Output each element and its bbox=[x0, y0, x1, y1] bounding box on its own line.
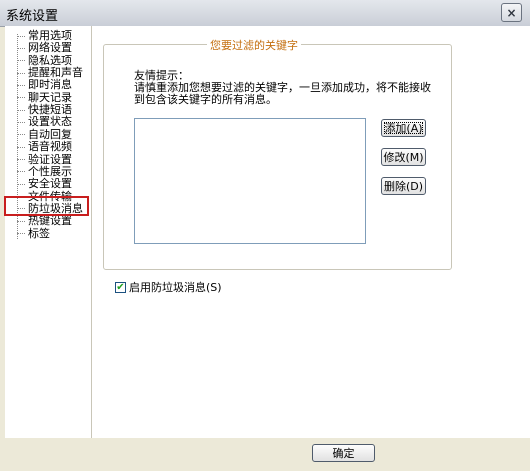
tree-item[interactable]: 即时消息 bbox=[17, 79, 72, 91]
tree-connector bbox=[17, 35, 25, 37]
tree-connector bbox=[17, 97, 25, 99]
tree-item[interactable]: 网络设置 bbox=[17, 42, 72, 54]
tree-item[interactable]: 聊天记录 bbox=[17, 90, 72, 104]
delete-button[interactable]: 删除(D) bbox=[381, 177, 426, 195]
close-button[interactable]: × bbox=[501, 3, 522, 22]
tree-item-label: 即时消息 bbox=[28, 78, 72, 92]
tree-connector bbox=[17, 84, 25, 86]
tree-item-label: 标签 bbox=[28, 226, 50, 240]
enable-antispam-label: 启用防垃圾消息(S) bbox=[129, 281, 222, 294]
close-icon: × bbox=[506, 5, 517, 20]
tree-connector bbox=[17, 159, 25, 160]
tree-connector bbox=[17, 220, 25, 222]
window-title: 系统设置 bbox=[6, 9, 59, 24]
tree-connector bbox=[17, 183, 25, 185]
keyword-list[interactable] bbox=[134, 118, 366, 244]
add-button[interactable]: 添加(A) bbox=[381, 119, 426, 137]
tree-item-label: 隐私选项 bbox=[28, 53, 72, 67]
tree-item[interactable]: 安全设置 bbox=[17, 178, 72, 190]
tree-connector bbox=[17, 47, 25, 49]
tree-item[interactable]: 验证设置 bbox=[17, 152, 72, 166]
tree-item-label: 热键设置 bbox=[28, 214, 72, 228]
dialog-footer bbox=[0, 438, 530, 471]
tree-item[interactable]: 自动回复 bbox=[17, 127, 72, 141]
tip-text: 友情提示： 请慎重添加您想要过滤的关键字，一旦添加成功，将不能接收 到包含该关键… bbox=[134, 70, 431, 106]
tree-connector bbox=[17, 72, 25, 74]
tree-item[interactable]: 设置状态 bbox=[17, 116, 72, 128]
tree-connector bbox=[17, 233, 25, 235]
tree-item-label: 安全设置 bbox=[28, 177, 72, 191]
tree-item[interactable]: 热键设置 bbox=[17, 215, 72, 227]
tree-item[interactable]: 语音视频 bbox=[17, 141, 72, 153]
enable-antispam-checkbox[interactable]: ✔ bbox=[115, 281, 126, 293]
checkmark-icon: ✔ bbox=[116, 281, 125, 293]
tip-line-2: 到包含该关键字的所有消息。 bbox=[134, 93, 277, 106]
tree-connector bbox=[17, 60, 25, 62]
ok-button[interactable]: 确定 bbox=[312, 444, 375, 462]
tree-connector bbox=[17, 134, 25, 136]
modify-button[interactable]: 修改(M) bbox=[381, 148, 426, 166]
tree-item-label: 自动回复 bbox=[28, 127, 72, 141]
tree-item[interactable]: 隐私选项 bbox=[17, 53, 72, 67]
group-legend: 您要过滤的关键字 bbox=[207, 37, 301, 53]
tree-connector bbox=[17, 171, 25, 173]
tree-item[interactable]: 标签 bbox=[17, 226, 50, 240]
tree-item-label: 聊天记录 bbox=[28, 90, 72, 104]
tree-connector bbox=[17, 146, 25, 148]
tree-connector bbox=[17, 109, 25, 111]
title-bar: 系统设置 × bbox=[0, 0, 530, 27]
tree-item-label: 网络设置 bbox=[28, 41, 72, 55]
tree-item-label: 语音视频 bbox=[28, 140, 72, 154]
selection-highlight-box bbox=[4, 196, 89, 216]
tree-connector bbox=[17, 121, 25, 123]
enable-antispam-option[interactable]: ✔ 启用防垃圾消息(S) bbox=[115, 279, 222, 295]
settings-tree: 常用选项 网络设置 隐私选项 提醒和声音 即时消息 聊天记录 快捷短语 设置状态 自动回复 语音视… bbox=[5, 26, 92, 438]
tree-item-label: 设置状态 bbox=[28, 115, 72, 129]
tree-item-label: 验证设置 bbox=[28, 152, 72, 166]
